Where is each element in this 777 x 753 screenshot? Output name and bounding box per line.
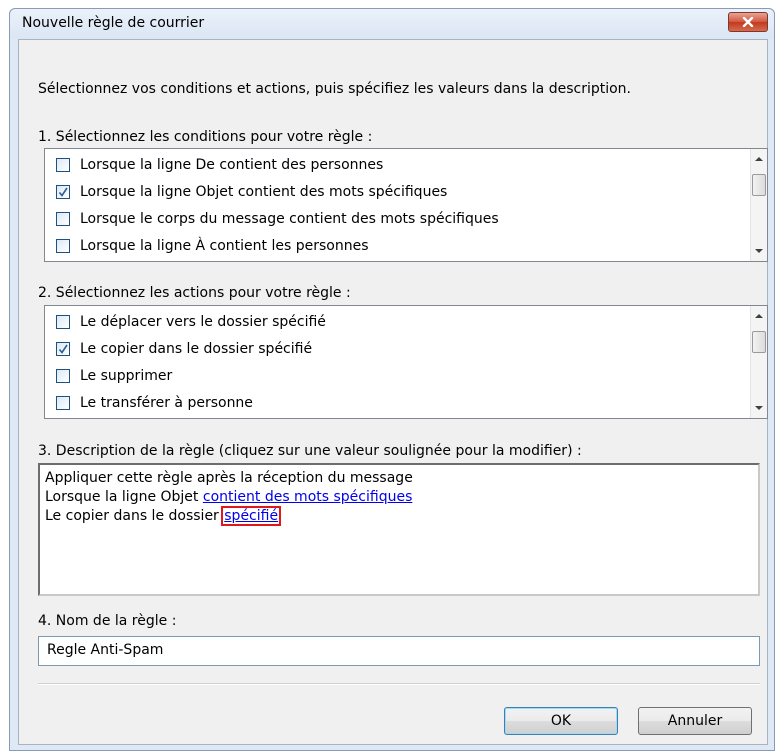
scroll-down-icon[interactable] <box>755 405 763 411</box>
close-icon <box>742 17 754 27</box>
intro-text: Sélectionnez vos conditions et actions, … <box>38 81 631 97</box>
action-label: Le copier dans le dossier spécifié <box>80 341 313 357</box>
close-button[interactable] <box>728 12 768 32</box>
conditions-scrollbar[interactable] <box>750 149 767 261</box>
title-bar[interactable]: Nouvelle règle de courrier <box>10 9 774 39</box>
action-checkbox[interactable] <box>56 315 70 329</box>
action-item[interactable]: Le transférer à personne <box>56 392 253 414</box>
condition-item[interactable]: Lorsque la ligne Objet contient des mots… <box>56 181 447 203</box>
condition-label: Lorsque le corps du message contient des… <box>80 211 499 227</box>
description-label: 3. Description de la règle (cliquez sur … <box>38 443 582 459</box>
condition-item[interactable]: Lorsque le corps du message contient des… <box>56 208 499 230</box>
actions-list[interactable]: Le déplacer vers le dossier spécifié Le … <box>44 305 768 419</box>
conditions-list[interactable]: Lorsque la ligne De contient des personn… <box>44 148 768 262</box>
condition-checkbox[interactable] <box>56 185 70 199</box>
action-label: Le transférer à personne <box>80 395 253 411</box>
rule-name-input[interactable]: Regle Anti-Spam <box>38 636 760 666</box>
condition-label: Lorsque la ligne De contient des personn… <box>80 157 384 173</box>
scroll-thumb[interactable] <box>752 331 766 353</box>
condition-checkbox[interactable] <box>56 239 70 253</box>
conditions-label: 1. Sélectionnez les conditions pour votr… <box>38 129 373 145</box>
condition-checkbox[interactable] <box>56 212 70 226</box>
action-checkbox[interactable] <box>56 369 70 383</box>
action-item[interactable]: Le copier dans le dossier spécifié <box>56 338 312 360</box>
mail-rule-dialog: Nouvelle règle de courrier Sélectionnez … <box>9 8 775 751</box>
condition-label: Lorsque la ligne À contient les personne… <box>80 238 369 254</box>
actions-label: 2. Sélectionnez les actions pour votre r… <box>38 285 351 301</box>
scroll-thumb[interactable] <box>752 174 766 196</box>
words-link[interactable]: contient des mots spécifiques <box>203 489 413 505</box>
description-text: Le copier dans le dossier <box>45 508 224 524</box>
scroll-up-icon[interactable] <box>755 156 763 162</box>
checkmark-icon <box>58 187 68 197</box>
action-label: Le déplacer vers le dossier spécifié <box>80 314 326 330</box>
action-item[interactable]: Le déplacer vers le dossier spécifié <box>56 311 326 333</box>
folder-link[interactable]: spécifié <box>221 506 282 526</box>
action-checkbox[interactable] <box>56 342 70 356</box>
ok-button[interactable]: OK <box>504 707 618 735</box>
action-checkbox[interactable] <box>56 396 70 410</box>
window-title: Nouvelle règle de courrier <box>22 15 205 31</box>
condition-item[interactable]: Lorsque la ligne À contient les personne… <box>56 235 369 257</box>
description-line: Lorsque la ligne Objet contient des mots… <box>45 488 753 507</box>
scroll-up-icon[interactable] <box>755 313 763 319</box>
actions-scrollbar[interactable] <box>750 306 767 418</box>
description-text: Lorsque la ligne Objet <box>45 489 203 505</box>
cancel-button[interactable]: Annuler <box>638 707 752 735</box>
description-line: Le copier dans le dossier spécifié <box>45 506 753 526</box>
condition-checkbox[interactable] <box>56 158 70 172</box>
rule-name-label: 4. Nom de la règle : <box>38 613 177 629</box>
action-item[interactable]: Le supprimer <box>56 365 172 387</box>
separator <box>38 683 760 685</box>
checkmark-icon <box>58 344 68 354</box>
scroll-down-icon[interactable] <box>755 248 763 254</box>
condition-item[interactable]: Lorsque la ligne De contient des personn… <box>56 154 383 176</box>
rule-description: Appliquer cette règle après la réception… <box>38 463 760 596</box>
action-label: Le supprimer <box>80 368 173 384</box>
dialog-body: Sélectionnez vos conditions et actions, … <box>18 39 768 745</box>
condition-label: Lorsque la ligne Objet contient des mots… <box>80 184 448 200</box>
description-line: Appliquer cette règle après la réception… <box>45 470 413 486</box>
